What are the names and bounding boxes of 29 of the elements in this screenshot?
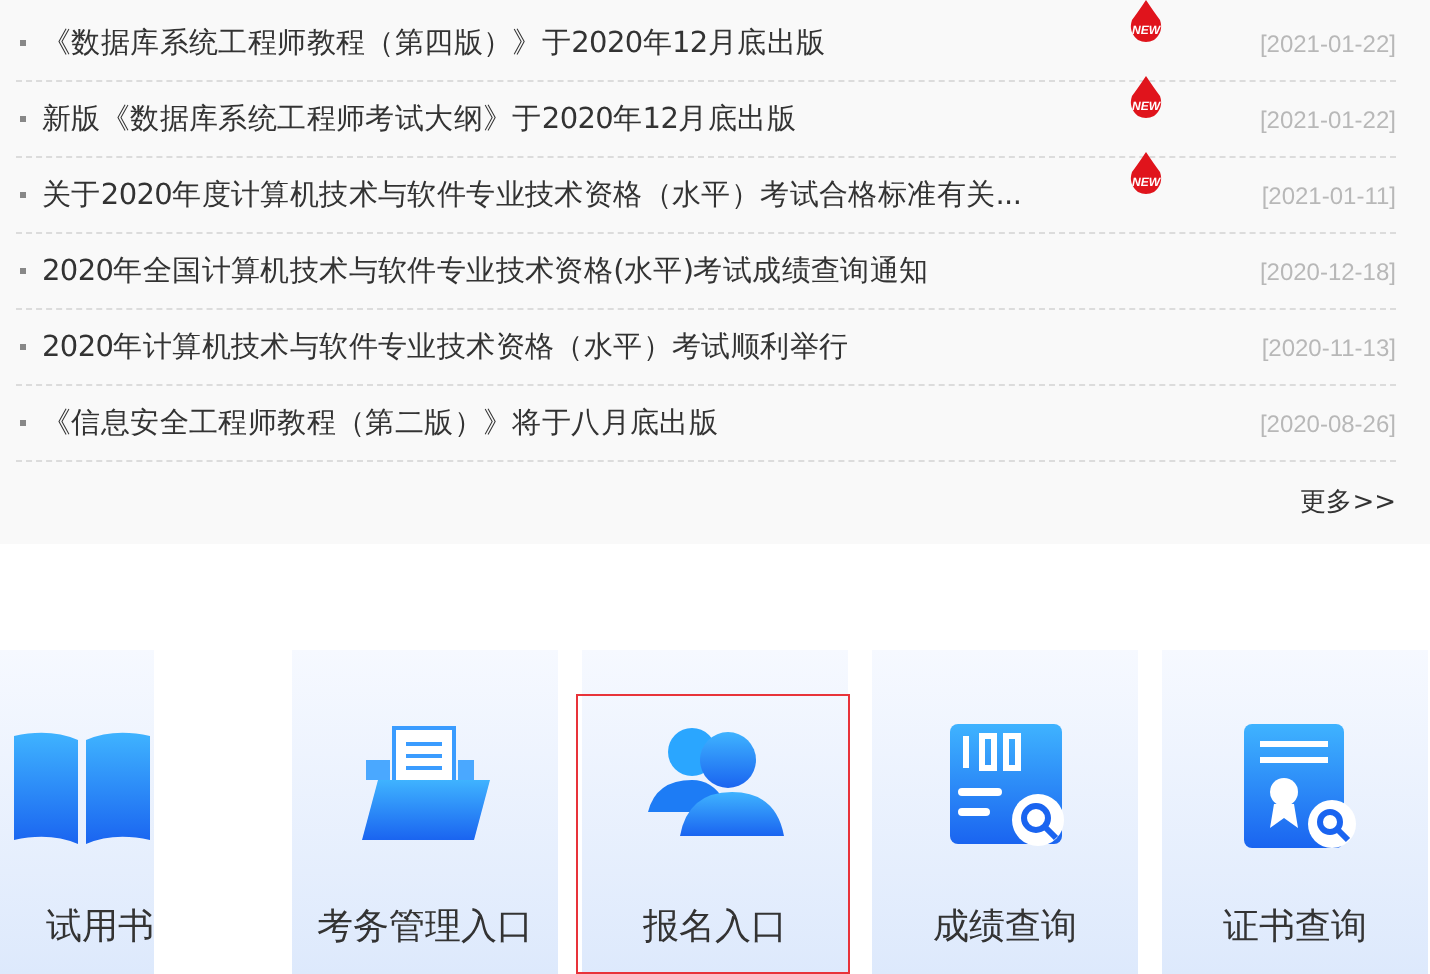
entry-tile[interactable]: 试用书: [0, 650, 154, 974]
news-date: [2021-01-22]: [1259, 105, 1396, 133]
bullet-icon: [20, 344, 26, 350]
news-date: [2020-11-13]: [1261, 333, 1396, 361]
news-link[interactable]: 《数据库系统工程师教程（第四版）》于2020年12月底出版: [42, 24, 826, 62]
bullet-icon: [20, 116, 26, 122]
bullet-icon: [20, 420, 26, 426]
tile-label: 报名入口: [643, 904, 787, 950]
entry-tile[interactable]: 成绩查询: [872, 650, 1138, 974]
bullet-icon: [20, 192, 26, 198]
bullet-icon: [20, 268, 26, 274]
news-date: [2020-12-18]: [1259, 257, 1396, 285]
tile-label: 试用书: [46, 904, 154, 950]
news-link[interactable]: 《信息安全工程师教程（第二版）》将于八月底出版: [42, 404, 719, 442]
news-link[interactable]: 2020年全国计算机技术与软件专业技术资格(水平)考试成绩查询通知: [42, 252, 929, 290]
news-date: [2020-08-26]: [1259, 409, 1396, 437]
bullet-icon: [20, 40, 26, 46]
news-link[interactable]: 关于2020年度计算机技术与软件专业技术资格（水平）考试合格标准有关...: [42, 176, 1022, 214]
news-date: [2021-01-11]: [1261, 181, 1396, 209]
tile-label: 考务管理入口: [317, 904, 533, 950]
more-link[interactable]: 更多>>: [1300, 484, 1396, 520]
news-date: [2021-01-22]: [1259, 29, 1396, 57]
news-link[interactable]: 2020年计算机技术与软件专业技术资格（水平）考试顺利举行: [42, 328, 849, 366]
news-link[interactable]: 新版《数据库系统工程师考试大纲》于2020年12月底出版: [42, 100, 796, 138]
entry-tile[interactable]: 报名入口: [582, 650, 848, 974]
entry-tile[interactable]: 考务管理入口: [292, 650, 558, 974]
tile-label: 成绩查询: [933, 904, 1077, 950]
entry-tile[interactable]: 证书查询: [1162, 650, 1428, 974]
tile-label: 证书查询: [1223, 904, 1367, 950]
